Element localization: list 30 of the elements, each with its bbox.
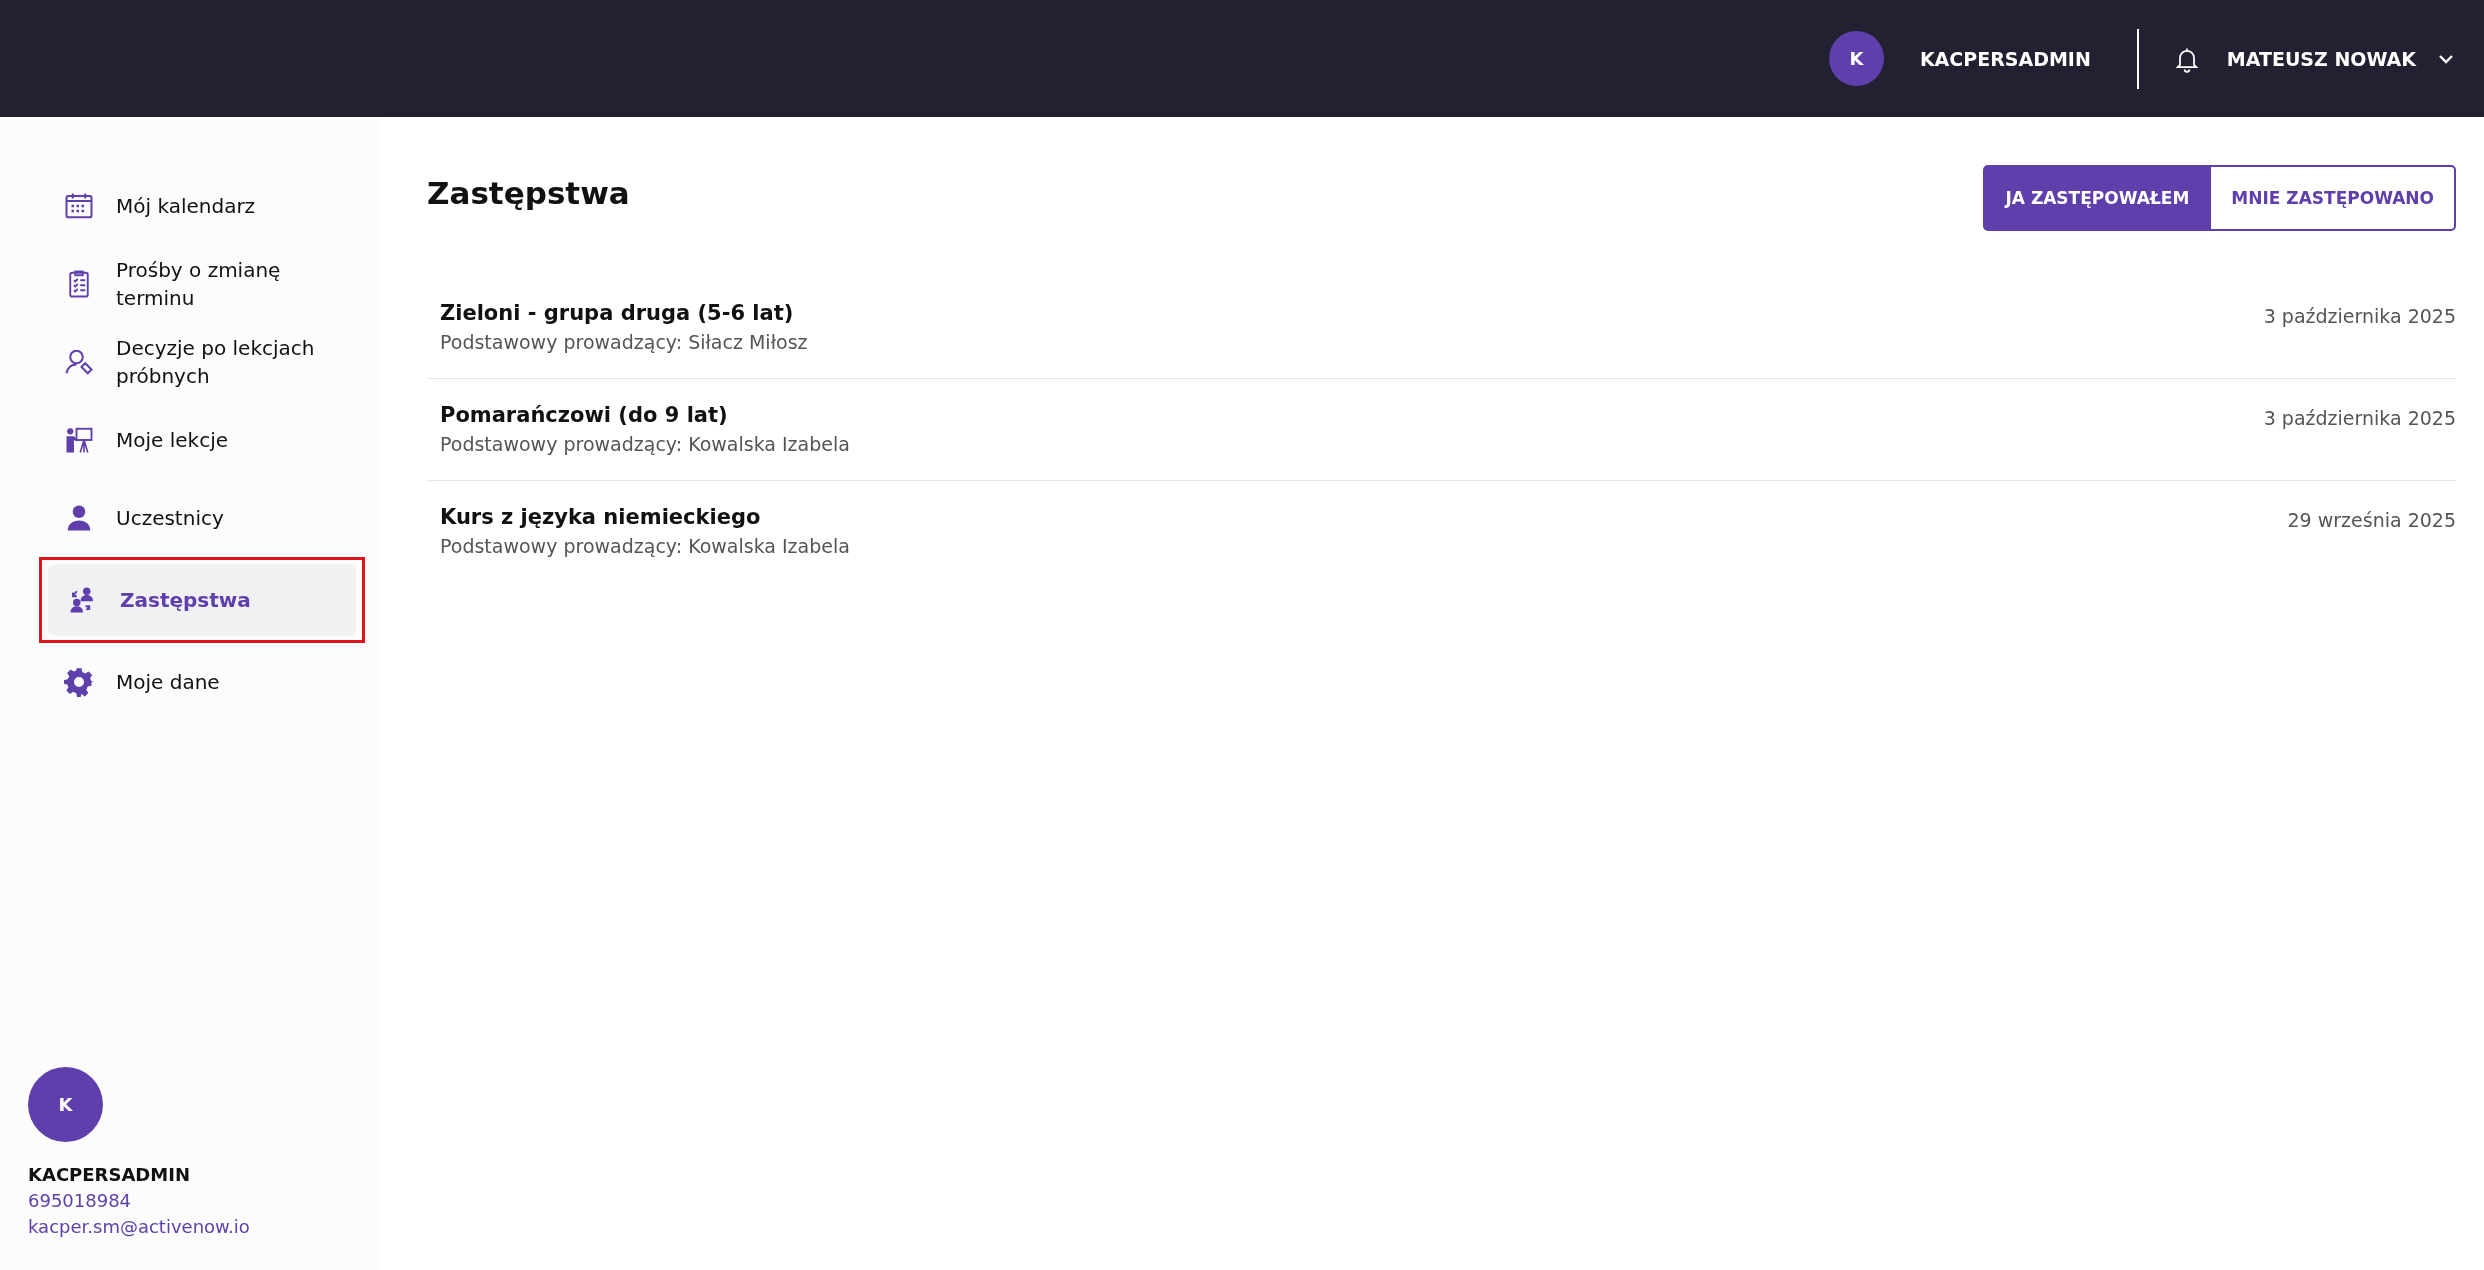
teacher-icon bbox=[64, 425, 94, 455]
substitution-teacher: Podstawowy prowadzący: Siłacz Miłosz bbox=[440, 331, 808, 353]
sidebar-item[interactable]: Moje lekcje bbox=[44, 404, 347, 476]
substitution-title[interactable]: Zieloni - grupa druga (5-6 lat) bbox=[440, 301, 794, 325]
calendar-icon bbox=[64, 191, 94, 221]
profile-name: KACPERSADMIN bbox=[28, 1163, 190, 1187]
substitution-title[interactable]: Pomarańczowi (do 9 lat) bbox=[440, 403, 728, 427]
sidebar-item[interactable]: Moje dane bbox=[44, 646, 347, 718]
gear-icon bbox=[64, 667, 94, 697]
sidebar-item[interactable]: Mój kalendarz bbox=[44, 170, 347, 242]
account-name[interactable]: KACPERSADMIN bbox=[1919, 47, 2091, 70]
avatar: K bbox=[28, 1067, 103, 1142]
substitution-title[interactable]: Kurs z języka niemieckiego bbox=[440, 505, 761, 529]
email-address[interactable]: kacper.sm@activenow.io bbox=[28, 1214, 250, 1240]
substitution-teacher: Podstawowy prowadzący: Kowalska Izabela bbox=[440, 433, 850, 455]
toggle-button[interactable]: JA ZASTĘPOWAŁEM bbox=[1983, 165, 2212, 231]
substitution-date: 3 października 2025 bbox=[2263, 407, 2456, 429]
toggle-button[interactable]: MNIE ZASTĘPOWANO bbox=[2211, 165, 2456, 231]
phone-number[interactable]: 695018984 bbox=[28, 1188, 132, 1214]
sidebar-item[interactable]: Zastępstwa bbox=[48, 564, 356, 636]
substitution-date: 3 października 2025 bbox=[2263, 305, 2456, 327]
substitution-teacher: Podstawowy prowadzący: Kowalska Izabela bbox=[440, 535, 850, 557]
sidebar-item[interactable]: Uczestnicy bbox=[44, 482, 347, 554]
page-title: Zastępstwa bbox=[427, 175, 630, 211]
sidebar-item[interactable]: Prośby o zmianę terminu bbox=[44, 248, 347, 320]
substitution-date: 29 września 2025 bbox=[2287, 509, 2456, 531]
sidebar-item[interactable]: Decyzje po lekcjach próbnych bbox=[44, 326, 347, 398]
person-tag-icon bbox=[64, 347, 94, 377]
avatar[interactable]: K bbox=[1828, 31, 1884, 86]
user-name[interactable]: MATEUSZ NOWAK bbox=[2226, 47, 2416, 70]
